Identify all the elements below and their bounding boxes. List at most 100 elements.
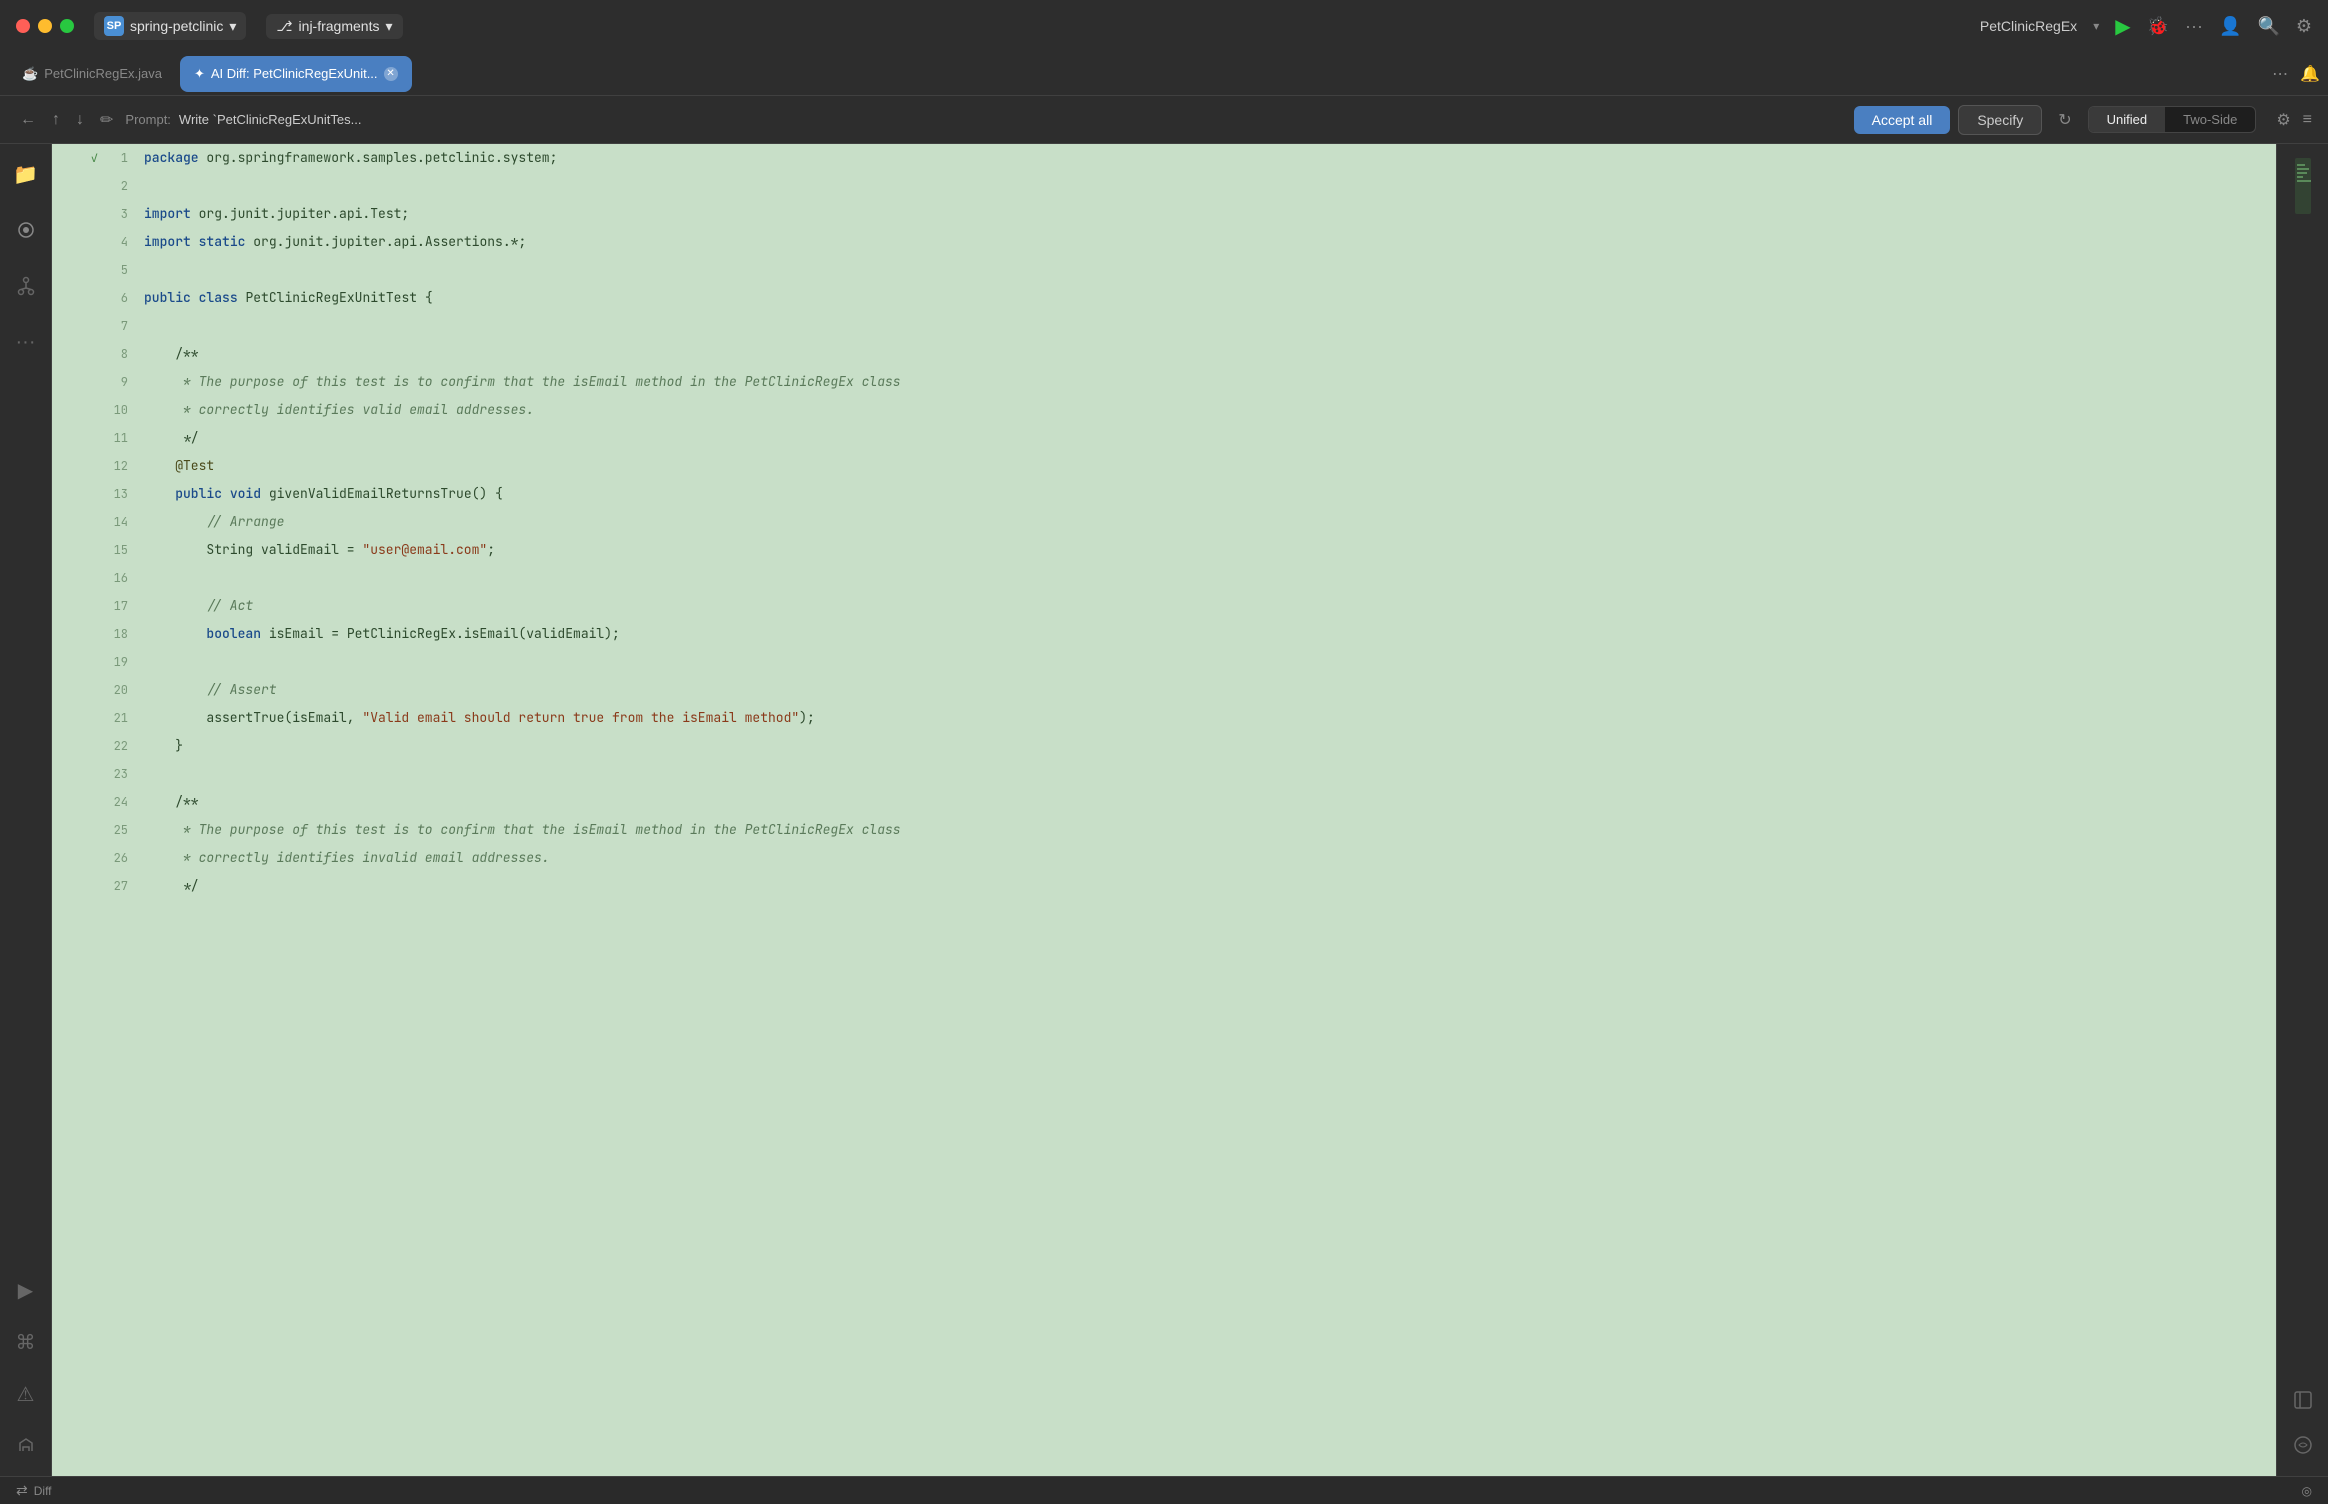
right-gutter [2276, 144, 2328, 1476]
line-number: 24 [104, 788, 144, 816]
maximize-button[interactable] [60, 19, 74, 33]
line-number: 1 [104, 144, 144, 172]
debug-button[interactable]: 🐞 [2147, 16, 2169, 37]
line-content: // Act [144, 592, 2276, 620]
right-panel-icon[interactable] [2293, 1390, 2313, 1415]
tab-close-button[interactable]: ✕ [384, 67, 398, 81]
line-number: 3 [104, 200, 144, 228]
line-content: * correctly identifies invalid email add… [144, 844, 2276, 872]
code-line: 5 [52, 256, 2276, 284]
title-bar-right: PetClinicRegEx ▾ ▶ 🐞 ··· 👤 🔍 ⚙ [1980, 14, 2312, 39]
line-number: 27 [104, 872, 144, 900]
line-number: 17 [104, 592, 144, 620]
navigate-up-icon[interactable]: ↑ [48, 107, 64, 133]
line-number: 2 [104, 172, 144, 200]
close-button[interactable] [16, 19, 30, 33]
more-options-icon[interactable]: ··· [2185, 16, 2203, 37]
run-file-chevron: ▾ [2093, 19, 2099, 33]
tab-petclinic-java[interactable]: ☕ PetClinicRegEx.java [8, 56, 176, 92]
sidebar-run-icon[interactable]: ▶ [8, 1272, 44, 1308]
navigate-back-icon[interactable]: ← [16, 107, 40, 133]
code-line: 15 String validEmail = "user@email.com"; [52, 536, 2276, 564]
prompt-label: Prompt: [125, 112, 171, 127]
line-content: public class PetClinicRegExUnitTest { [144, 284, 2276, 312]
line-number: 20 [104, 676, 144, 704]
branch-icon: ⎇ [276, 18, 292, 35]
project-icon: SP [104, 16, 124, 36]
sidebar-structure-icon[interactable] [8, 212, 44, 248]
copilot-icon[interactable] [2293, 1435, 2313, 1460]
settings-icon[interactable]: ⚙ [2296, 16, 2312, 37]
specify-button[interactable]: Specify [1958, 105, 2042, 135]
project-selector[interactable]: SP spring-petclinic ▾ [94, 12, 246, 40]
line-number: 6 [104, 284, 144, 312]
minimap-icon [2293, 156, 2313, 221]
main-area: 📁 ··· ▶ ⌘ ⚠ [0, 144, 2328, 1476]
diff-settings-icon[interactable]: ⚙ [2276, 110, 2290, 130]
sidebar-more-icon[interactable]: ··· [8, 324, 44, 360]
notifications-icon[interactable]: 🔔 [2300, 64, 2320, 84]
search-icon[interactable]: 🔍 [2257, 16, 2279, 37]
sidebar-folder-icon[interactable]: 📁 [8, 156, 44, 192]
line-content: public void givenValidEmailReturnsTrue()… [144, 480, 2276, 508]
code-line: 4import static org.junit.jupiter.api.Ass… [52, 228, 2276, 256]
code-line: 10 * correctly identifies valid email ad… [52, 396, 2276, 424]
toolbar: ← ↑ ↓ ✏ Prompt: Write `PetClinicRegExUni… [0, 96, 2328, 144]
sidebar-git-icon[interactable] [8, 268, 44, 304]
title-bar: SP spring-petclinic ▾ ⎇ inj-fragments ▾ … [0, 0, 2328, 52]
line-content: } [144, 732, 2276, 760]
unified-view-button[interactable]: Unified [2089, 107, 2165, 132]
tab-overflow-icon[interactable]: ⋯ [2272, 64, 2288, 84]
prompt-section: Prompt: Write `PetClinicRegExUnitTes... [125, 112, 361, 127]
branch-selector[interactable]: ⎇ inj-fragments ▾ [266, 14, 402, 39]
traffic-lights [16, 19, 74, 33]
code-line: 22 } [52, 732, 2276, 760]
line-content: */ [144, 872, 2276, 900]
code-line: 13 public void givenValidEmailReturnsTru… [52, 480, 2276, 508]
project-name: spring-petclinic [130, 18, 223, 34]
status-bar: ⇄ Diff ◎ [0, 1476, 2328, 1504]
code-line: 12 @Test [52, 452, 2276, 480]
line-content: // Arrange [144, 508, 2276, 536]
tab-ai-diff[interactable]: ✦ AI Diff: PetClinicRegExUnit... ✕ [180, 56, 412, 92]
line-content: /** [144, 788, 2276, 816]
diff-label: Diff [34, 1484, 52, 1498]
sidebar-terminal-icon[interactable]: ⌘ [8, 1324, 44, 1360]
status-right: ◎ [2302, 1484, 2312, 1498]
line-number: 10 [104, 396, 144, 424]
run-button[interactable]: ▶ [2115, 14, 2130, 39]
code-line: 17 // Act [52, 592, 2276, 620]
branch-chevron: ▾ [385, 18, 392, 35]
user-icon[interactable]: 👤 [2219, 16, 2241, 37]
line-number: 18 [104, 620, 144, 648]
code-line: 3import org.junit.jupiter.api.Test; [52, 200, 2276, 228]
diff-list-icon[interactable]: ≡ [2303, 111, 2312, 129]
accept-all-button[interactable]: Accept all [1854, 106, 1951, 134]
sidebar-problems-icon[interactable]: ⚠ [8, 1376, 44, 1412]
line-content: import org.junit.jupiter.api.Test; [144, 200, 2276, 228]
tab-label-java: PetClinicRegEx.java [44, 66, 162, 81]
tab-bar-actions: ⋯ 🔔 [2272, 64, 2320, 84]
line-content: * The purpose of this test is to confirm… [144, 816, 2276, 844]
line-number: 5 [104, 256, 144, 284]
refresh-button[interactable]: ↻ [2050, 106, 2079, 134]
line-check: ✓ [52, 144, 104, 172]
sidebar-bottom: ▶ ⌘ ⚠ [8, 1272, 44, 1464]
status-right-icon: ◎ [2302, 1484, 2312, 1498]
code-line: 23 [52, 760, 2276, 788]
code-line: 8 /** [52, 340, 2276, 368]
code-content[interactable]: ✓1package org.springframework.samples.pe… [52, 144, 2276, 1476]
line-content: String validEmail = "user@email.com"; [144, 536, 2276, 564]
line-number: 19 [104, 648, 144, 676]
line-content: assertTrue(isEmail, "Valid email should … [144, 704, 2276, 732]
navigate-down-icon[interactable]: ↓ [72, 107, 88, 133]
minimize-button[interactable] [38, 19, 52, 33]
code-line: 9 * The purpose of this test is to confi… [52, 368, 2276, 396]
line-number: 14 [104, 508, 144, 536]
two-side-view-button[interactable]: Two-Side [2165, 107, 2255, 132]
sidebar-vcs-icon[interactable] [8, 1428, 44, 1464]
diff-icon: ⇄ [16, 1482, 28, 1499]
line-number: 22 [104, 732, 144, 760]
edit-icon[interactable]: ✏ [96, 106, 117, 134]
code-line: 18 boolean isEmail = PetClinicRegEx.isEm… [52, 620, 2276, 648]
